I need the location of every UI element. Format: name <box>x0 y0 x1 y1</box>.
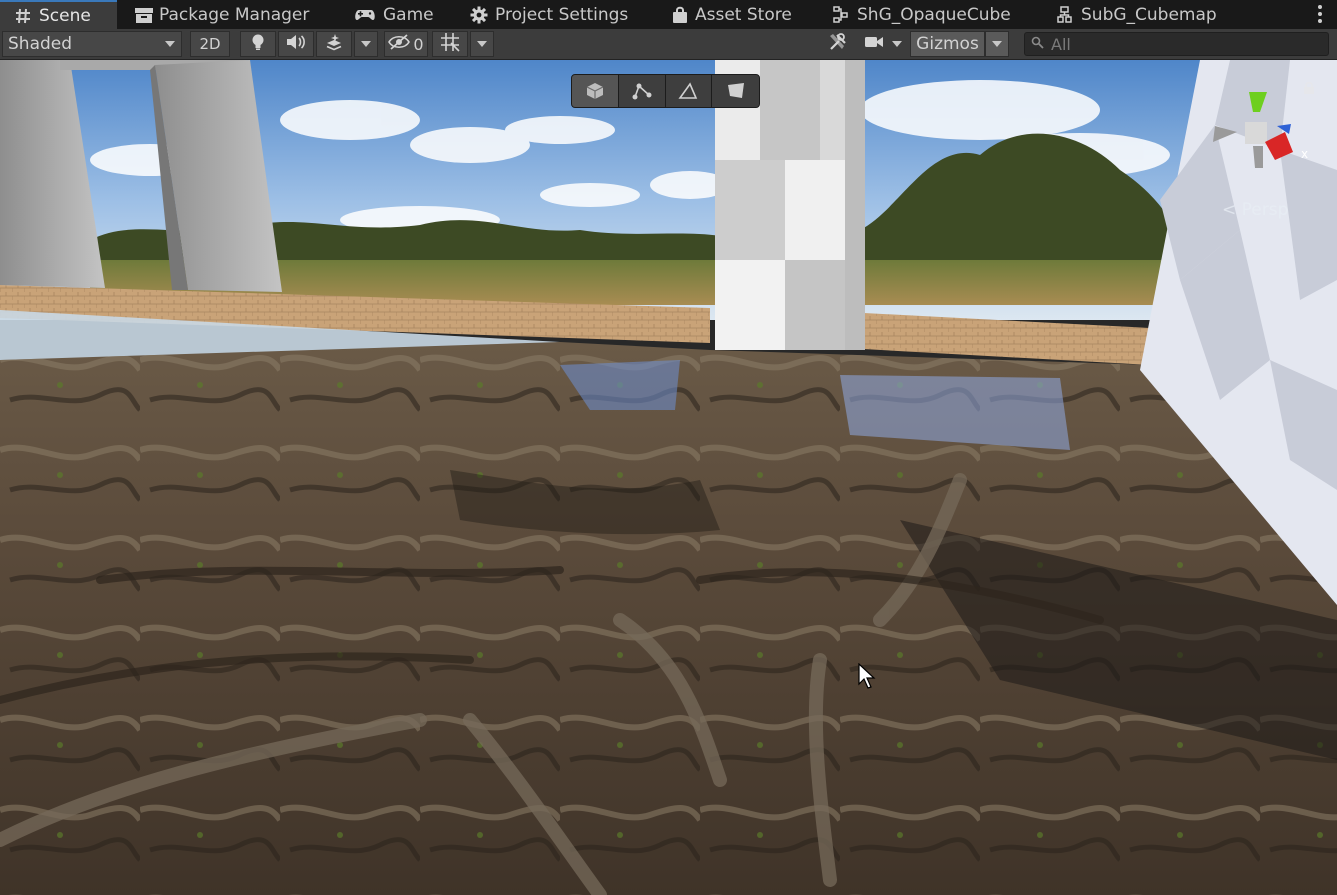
effects-toggle-button[interactable] <box>316 31 352 57</box>
search-icon <box>1031 35 1045 54</box>
scene-search-field[interactable] <box>1024 32 1329 56</box>
scene-viewport[interactable]: x < Persp <box>0 60 1337 895</box>
package-icon <box>134 6 153 24</box>
orientation-gizmo[interactable]: x <box>1205 82 1315 182</box>
gizmos-label: Gizmos <box>916 34 979 54</box>
shader-graph-icon <box>832 5 850 24</box>
cube-icon[interactable] <box>572 75 619 107</box>
vertex-snap-icon[interactable] <box>618 75 666 107</box>
hidden-objects-count: 0 <box>413 34 424 54</box>
light-bulb-icon <box>250 33 266 55</box>
projection-toggle[interactable]: < Persp <box>1222 200 1288 220</box>
gear-icon <box>470 6 488 24</box>
more-options-icon[interactable] <box>1313 3 1327 25</box>
audio-toggle-button[interactable] <box>278 31 314 57</box>
grid-toggle-button[interactable] <box>432 31 468 57</box>
draw-mode-dropdown[interactable]: Shaded <box>2 31 182 57</box>
scene-visibility-toggle[interactable]: 0 <box>384 31 428 57</box>
gizmo-x-label: x <box>1301 147 1308 161</box>
tab-game-label: Game <box>383 4 434 25</box>
draw-mode-label: Shaded <box>8 34 73 54</box>
lock-icon[interactable] <box>1302 80 1316 94</box>
toggle-2d-button[interactable]: 2D <box>190 31 230 57</box>
gamepad-icon <box>354 6 376 24</box>
scene-render <box>0 60 1337 895</box>
tab-project-settings-label: Project Settings <box>495 4 629 25</box>
chevron-down-icon <box>165 41 175 47</box>
lighting-toggle-button[interactable] <box>240 31 276 57</box>
gizmos-toggle-button[interactable]: Gizmos <box>910 31 985 57</box>
tab-subg-cubemap[interactable]: SubG_Cubemap <box>1056 0 1217 29</box>
tools-button[interactable] <box>822 31 854 57</box>
chevron-down-icon <box>477 41 487 47</box>
gizmos-dropdown[interactable] <box>985 31 1009 57</box>
tab-package-manager-label: Package Manager <box>159 4 310 25</box>
tab-scene[interactable]: Scene <box>0 0 117 29</box>
wrench-tools-icon <box>828 32 848 56</box>
grid-dropdown[interactable] <box>470 31 494 57</box>
chevron-down-icon <box>361 41 371 47</box>
tab-scene-label: Scene <box>39 5 91 26</box>
projection-label: Persp <box>1241 200 1289 220</box>
effects-layers-icon <box>324 33 344 55</box>
chevron-left-icon: < <box>1222 200 1237 220</box>
mouse-cursor-icon <box>858 662 878 696</box>
tab-shg-opaquecube-label: ShG_OpaqueCube <box>857 4 1011 25</box>
tab-asset-store[interactable]: Asset Store <box>672 0 792 29</box>
grid-snap-icon <box>440 32 460 56</box>
speaker-icon <box>286 34 306 54</box>
grid-icon <box>14 7 32 25</box>
tab-asset-store-label: Asset Store <box>695 4 792 25</box>
chevron-down-icon <box>992 41 1002 47</box>
tab-project-settings[interactable]: Project Settings <box>470 0 628 29</box>
shopping-bag-icon <box>672 6 688 24</box>
tab-subg-cubemap-label: SubG_Cubemap <box>1081 4 1217 25</box>
effects-dropdown[interactable] <box>354 31 378 57</box>
toggle-2d-label: 2D <box>199 35 221 53</box>
camera-icon <box>864 34 884 54</box>
edge-icon[interactable] <box>665 75 713 107</box>
tab-game[interactable]: Game <box>354 0 434 29</box>
subgraph-icon <box>1056 5 1074 24</box>
camera-settings-button[interactable] <box>860 31 888 57</box>
chevron-down-icon <box>892 41 902 47</box>
camera-settings-dropdown[interactable] <box>888 31 906 57</box>
tab-shg-opaquecube[interactable]: ShG_OpaqueCube <box>832 0 1011 29</box>
tab-package-manager[interactable]: Package Manager <box>134 0 309 29</box>
editor-tab-bar: Scene Package Manager Game Project Setti… <box>0 0 1337 29</box>
face-icon[interactable] <box>712 75 759 107</box>
search-input[interactable] <box>1051 34 1328 54</box>
hidden-eye-icon <box>388 34 411 54</box>
component-tools-overlay <box>571 74 760 108</box>
scene-toolbar: Shaded 2D 0 Gizmos All <box>0 29 1337 60</box>
